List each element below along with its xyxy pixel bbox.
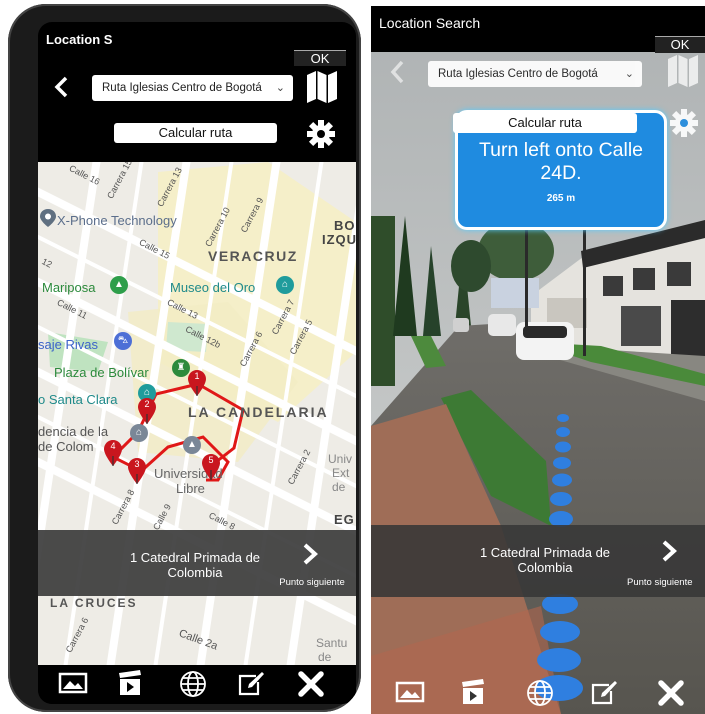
- close-icon: [658, 680, 684, 706]
- settings-button[interactable]: [306, 119, 336, 149]
- map-label: EG: [334, 512, 355, 527]
- calculate-route-button[interactable]: Calcular ruta: [114, 123, 277, 143]
- next-point-label: Punto siguiente: [627, 577, 693, 588]
- chevron-right-icon: [662, 540, 677, 562]
- route-pin[interactable]: 2: [138, 398, 156, 424]
- globe-icon: [527, 680, 553, 706]
- globe-icon: [180, 671, 206, 697]
- shopping-icon: ⛍: [114, 332, 132, 350]
- route-pin[interactable]: 1: [188, 370, 206, 396]
- ok-button[interactable]: OK: [655, 36, 705, 53]
- next-point-label: Punto siguiente: [279, 577, 345, 588]
- ok-button[interactable]: OK: [294, 50, 346, 67]
- route-pin[interactable]: 5: [202, 454, 220, 480]
- map-label: VERACRUZ: [208, 248, 298, 264]
- chevron-down-icon: ⌄: [624, 68, 634, 80]
- turn-instruction: Turn left onto Calle 24D.: [478, 139, 644, 184]
- left-phone-screen: Location S OK Ruta Iglesias Centro de Bo…: [38, 22, 356, 704]
- map-label: o Santa Clara: [38, 392, 118, 407]
- map-view[interactable]: Calle 16 Carrera 15 Carrera 13 X-Phone T…: [38, 162, 356, 665]
- poi-panel: 1 Catedral Primada de Colombia Punto sig…: [38, 530, 356, 596]
- edit-button[interactable]: [236, 670, 266, 698]
- map-label: LA CANDELARIA: [188, 404, 329, 420]
- map-label: LA CRUCES: [50, 596, 138, 610]
- turn-distance: 265 m: [546, 193, 576, 204]
- edit-icon: [591, 681, 617, 705]
- route-pin[interactable]: 3: [128, 458, 146, 484]
- poi-panel: 1 Catedral Primada de Colombia Punto sig…: [371, 525, 705, 597]
- map-label: de: [332, 480, 346, 494]
- school-icon: ▲: [183, 436, 201, 454]
- clapper-icon: [119, 670, 141, 695]
- right-phone-screen: Location Search OK Ruta Iglesias Centro …: [371, 6, 705, 714]
- image-icon: [395, 681, 425, 703]
- building-icon: ⌂: [130, 424, 148, 442]
- chevron-right-icon: [303, 543, 318, 565]
- gear-icon: [307, 120, 335, 148]
- map-label: dencia de la: [38, 424, 109, 439]
- clapper-icon: [462, 679, 484, 704]
- route-pin[interactable]: 4: [104, 440, 122, 466]
- phone-notch: [121, 22, 281, 52]
- chevron-down-icon: ⌄: [275, 82, 285, 94]
- back-button[interactable]: [389, 60, 407, 84]
- map-label: IZQU: [322, 232, 356, 247]
- map-label: Libre: [176, 481, 205, 496]
- edit-icon: [238, 672, 264, 696]
- edit-button[interactable]: [589, 679, 619, 707]
- park-icon: ▲: [110, 276, 128, 294]
- map-icon: [307, 71, 337, 103]
- settings-button[interactable]: [669, 108, 699, 138]
- video-button[interactable]: [459, 678, 487, 706]
- gear-icon: [670, 109, 698, 137]
- app-title: Location Search: [379, 15, 481, 31]
- close-button[interactable]: [296, 669, 326, 699]
- next-point-button[interactable]: [659, 539, 679, 563]
- map-label: Santu: [316, 636, 348, 650]
- map-label: X-Phone Technology: [57, 213, 177, 228]
- map-label: Plaza de Bolívar: [54, 365, 149, 380]
- bottom-toolbar: [38, 665, 356, 704]
- close-button[interactable]: [656, 678, 686, 708]
- bottom-toolbar: [371, 674, 705, 714]
- gallery-button[interactable]: [395, 680, 425, 704]
- route-select[interactable]: Ruta Iglesias Centro de Bogotá ⌄: [428, 61, 642, 87]
- map-label: de: [318, 650, 332, 664]
- map-icon: [668, 55, 698, 87]
- map-label: BO: [334, 218, 356, 233]
- back-button[interactable]: [50, 76, 74, 102]
- poi-name: 1 Catedral Primada de Colombia: [129, 550, 261, 580]
- calculate-route-button[interactable]: Calcular ruta: [453, 113, 637, 133]
- map-label: Museo del Oro: [170, 280, 256, 295]
- map-label: saje Rivas: [38, 337, 98, 352]
- route-select-value: Ruta Iglesias Centro de Bogotá: [102, 82, 262, 94]
- left-phone-frame: Location S OK Ruta Iglesias Centro de Bo…: [8, 4, 361, 712]
- poi-name: 1 Catedral Primada de Colombia: [479, 545, 611, 575]
- map-label: Mariposa: [42, 280, 96, 295]
- close-icon: [298, 671, 324, 697]
- route-select[interactable]: Ruta Iglesias Centro de Bogotá ⌄: [92, 75, 293, 101]
- app-title: Location S: [46, 32, 113, 47]
- map-button[interactable]: [667, 54, 699, 88]
- map-label: de Colom: [38, 439, 94, 454]
- map-label: Ext: [332, 466, 350, 480]
- route-select-value: Ruta Iglesias Centro de Bogotá: [438, 68, 598, 80]
- back-arrow-icon: [390, 60, 404, 84]
- globe-button[interactable]: [525, 678, 555, 708]
- map-button[interactable]: [306, 70, 338, 104]
- museum-icon: ⌂: [276, 276, 294, 294]
- next-point-button[interactable]: [300, 542, 320, 566]
- back-arrow-icon: [54, 76, 68, 98]
- map-label: Univ: [328, 452, 353, 466]
- image-icon: [58, 672, 88, 694]
- gallery-button[interactable]: [58, 671, 88, 695]
- globe-button[interactable]: [178, 669, 208, 699]
- video-button[interactable]: [116, 669, 144, 697]
- place-pin-icon: [40, 209, 56, 227]
